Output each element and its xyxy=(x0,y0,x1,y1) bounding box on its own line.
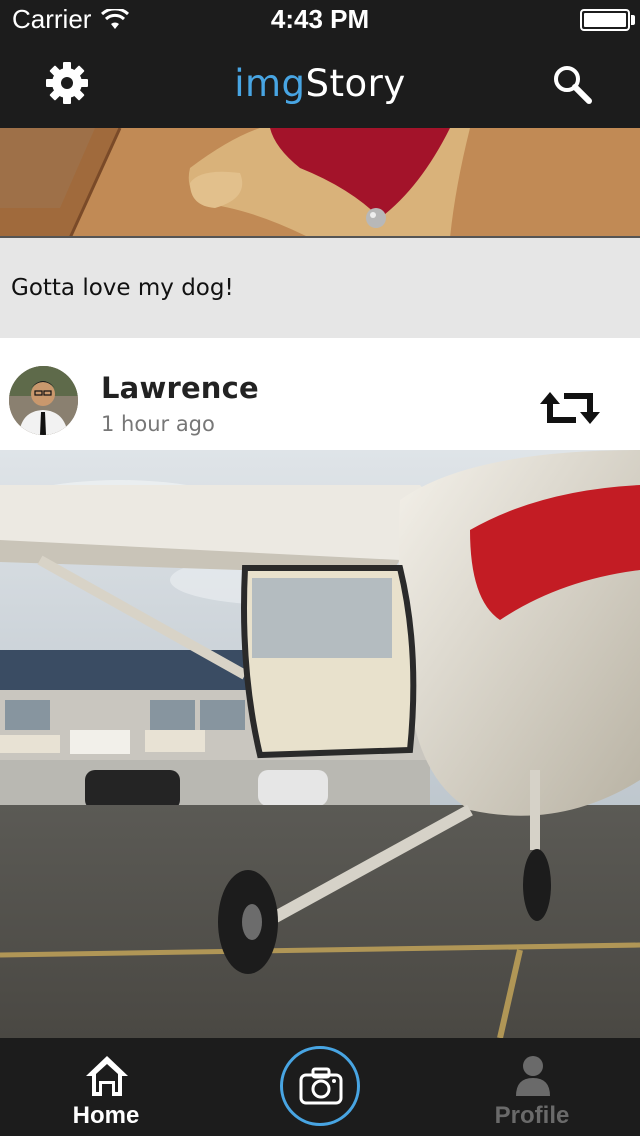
avatar-image xyxy=(9,366,78,435)
home-icon xyxy=(86,1056,128,1096)
feed[interactable]: Gotta love my dog! Lawrence 1 hour ago xyxy=(0,128,640,1038)
avatar[interactable] xyxy=(9,366,78,435)
repost-button[interactable] xyxy=(540,388,600,428)
post-timestamp: 1 hour ago xyxy=(101,412,215,436)
camera-icon xyxy=(299,1067,343,1105)
post-header: Lawrence 1 hour ago xyxy=(0,338,640,450)
app-screen: Carrier 4:43 PM imgStory Gotta love my d… xyxy=(0,0,640,1136)
previous-post-caption-bar: Gotta love my dog! xyxy=(0,238,640,338)
repost-icon xyxy=(540,392,600,424)
app-title-accent: img xyxy=(234,62,306,105)
tab-profile-label: Profile xyxy=(494,1102,570,1129)
camera-button[interactable] xyxy=(280,1046,360,1126)
status-time: 4:43 PM xyxy=(270,4,370,34)
tab-home[interactable]: Home xyxy=(56,1038,156,1136)
status-bar: Carrier 4:43 PM xyxy=(0,0,640,40)
previous-post-photo[interactable] xyxy=(0,128,640,238)
tab-bar: Home Profile xyxy=(0,1038,640,1136)
previous-post-caption: Gotta love my dog! xyxy=(11,275,234,301)
dog-photo-image xyxy=(0,128,640,236)
battery-icon xyxy=(580,9,630,31)
post-photo[interactable] xyxy=(0,450,640,1038)
nav-bar: imgStory xyxy=(0,40,640,128)
post-author-name[interactable]: Lawrence xyxy=(101,371,259,405)
battery-tip xyxy=(631,15,635,25)
user-icon xyxy=(516,1056,550,1096)
app-title: imgStory xyxy=(0,62,640,105)
tab-profile[interactable]: Profile xyxy=(482,1038,582,1136)
tab-home-label: Home xyxy=(72,1102,140,1129)
search-button[interactable] xyxy=(552,64,592,104)
airplane-photo-image xyxy=(0,450,640,1038)
app-title-rest: Story xyxy=(305,62,406,105)
search-icon xyxy=(554,66,592,104)
